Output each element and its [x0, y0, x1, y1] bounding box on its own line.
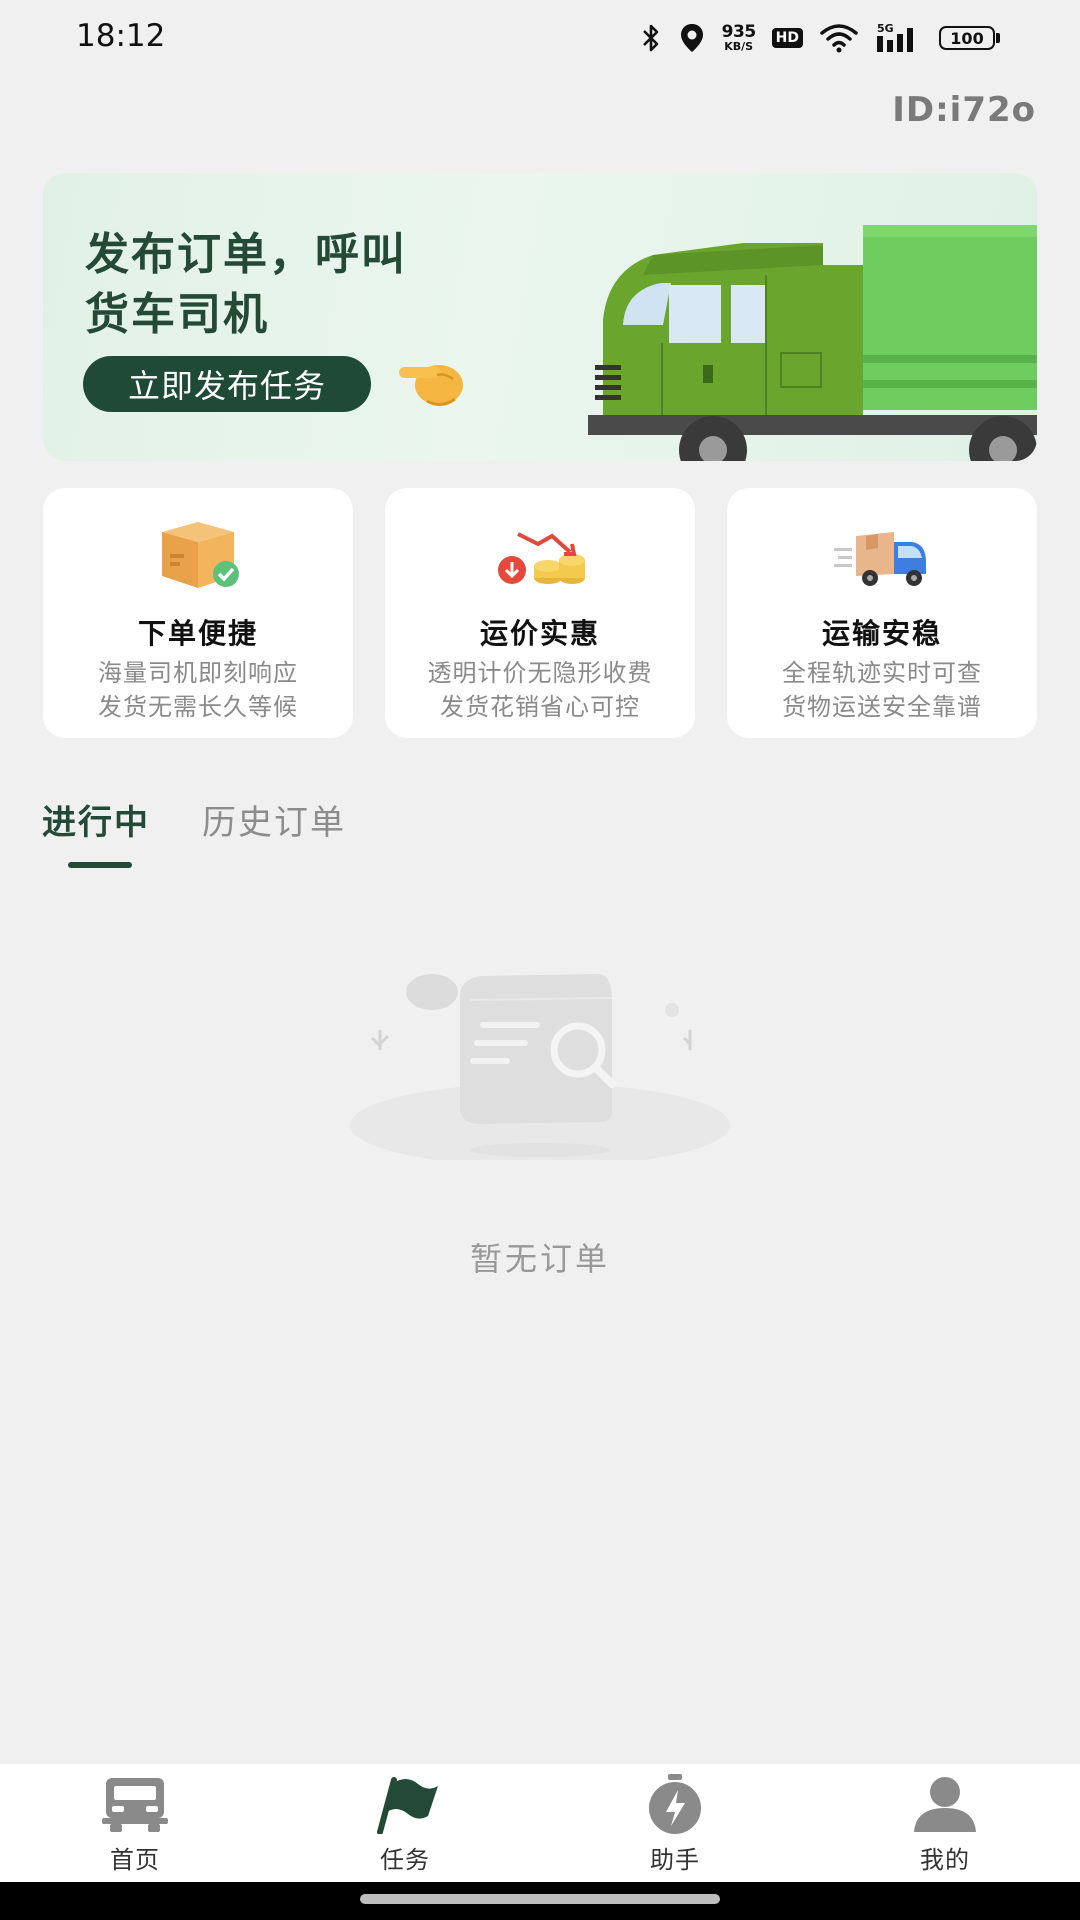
net-speed: 935 KB/S: [721, 22, 757, 53]
feature-card-stable: 运输安稳 全程轨迹实时可查 货物运送安全靠谱: [727, 488, 1037, 738]
feature-card-convenient: 下单便捷 海量司机即刻响应 发货无需长久等候: [43, 488, 353, 738]
location-icon: [678, 22, 706, 54]
feature-desc: 全程轨迹实时可查 货物运送安全靠谱: [782, 659, 982, 721]
home-indicator[interactable]: [360, 1894, 720, 1904]
lightning-icon: [649, 1774, 701, 1834]
publish-task-button[interactable]: 立即发布任务: [83, 356, 371, 412]
coins-price-down-icon: [498, 532, 585, 584]
status-icons: 935 KB/S HD 5G 100: [640, 20, 1000, 56]
hd-badge: HD: [771, 28, 803, 48]
publish-banner[interactable]: 发布订单，呼叫 货车司机 立即发布任务: [43, 173, 1037, 461]
feature-title: 下单便捷: [137, 617, 258, 650]
feature-title: 运价实惠: [479, 617, 600, 650]
nav-label-assistant: 助手: [650, 1846, 700, 1874]
bottom-nav: 首页 任务 助手 我的: [0, 1764, 1080, 1882]
status-bar: 18:12 935 KB/S HD 5G 100: [0, 0, 1080, 76]
nav-item-mine[interactable]: 我的: [810, 1764, 1080, 1882]
truck-illustration: [588, 225, 1037, 461]
nav-item-home[interactable]: 首页: [0, 1764, 270, 1882]
signal-icon: 5G: [875, 22, 923, 54]
flag-icon: [377, 1777, 438, 1834]
banner-title: 发布订单，呼叫 货车司机: [85, 229, 407, 340]
nav-item-tasks[interactable]: 任务: [270, 1764, 540, 1882]
nav-label-mine: 我的: [920, 1846, 970, 1874]
package-check-icon: [162, 522, 239, 588]
tab-indicator: [68, 862, 132, 868]
wifi-icon: [819, 23, 859, 53]
nav-label-home: 首页: [110, 1846, 160, 1874]
feature-desc: 海量司机即刻响应 发货无需长久等候: [98, 659, 298, 721]
feature-card-affordable: 运价实惠 透明计价无隐形收费 发货花销省心可控: [385, 488, 695, 738]
empty-orders-illustration: [350, 974, 730, 1160]
empty-orders-text: 暂无订单: [469, 1240, 610, 1278]
battery-icon: 100: [939, 26, 1000, 50]
network-type-label: 5G: [877, 22, 894, 35]
nav-item-assistant[interactable]: 助手: [540, 1764, 810, 1882]
tab-in-progress[interactable]: 进行中: [42, 795, 150, 844]
truck-icon: [102, 1778, 168, 1832]
user-id: ID:i72o: [892, 90, 1036, 130]
pointing-hand-icon: [399, 365, 463, 406]
status-time: 18:12: [76, 18, 166, 54]
nav-label-tasks: 任务: [380, 1846, 430, 1874]
user-icon: [914, 1777, 976, 1832]
delivery-truck-icon: [834, 532, 926, 586]
feature-desc: 透明计价无隐形收费 发货花销省心可控: [427, 659, 653, 721]
feature-title: 运输安稳: [821, 617, 942, 650]
bluetooth-icon: [640, 23, 662, 53]
tab-history-orders[interactable]: 历史订单: [202, 795, 346, 844]
